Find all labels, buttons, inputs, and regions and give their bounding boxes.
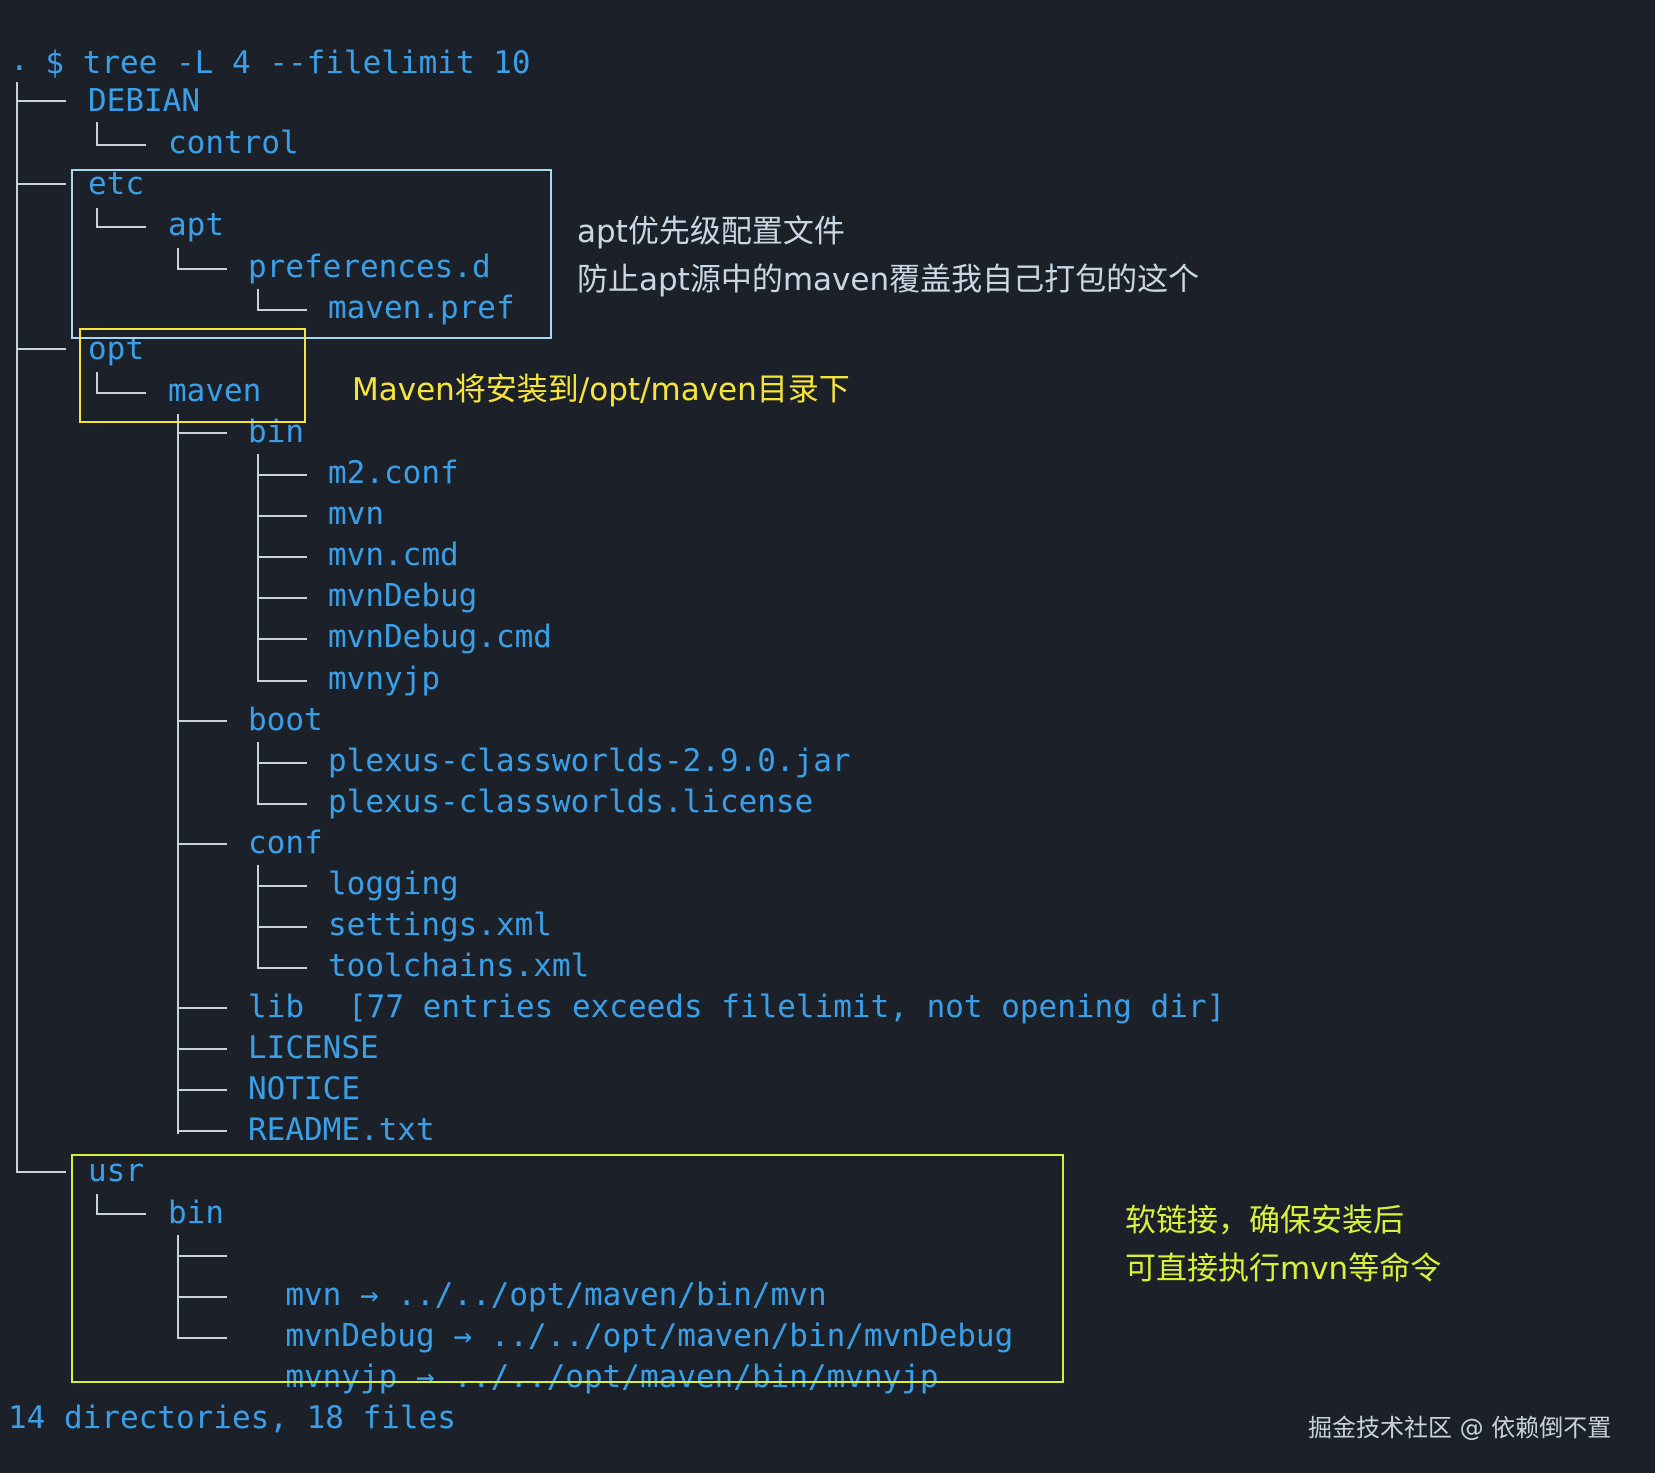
dir-lib: lib: [248, 989, 304, 1025]
opt-note: Maven将安装到/opt/maven目录下: [352, 372, 850, 408]
tree-summary: 14 directories, 18 files: [8, 1400, 456, 1436]
maven-child-line: [177, 414, 179, 1134]
command-text: tree -L 4 --filelimit 10: [82, 45, 531, 81]
usr-note-line1: 软链接，确保安装后: [1125, 1203, 1404, 1239]
opt-highlight-box: [79, 328, 306, 423]
branch-toolchains: [257, 967, 307, 969]
branch-m2conf: [257, 474, 307, 476]
etc-note-line1: apt优先级配置文件: [577, 214, 845, 250]
dir-logging: logging: [328, 866, 459, 902]
branch-conf: [177, 843, 227, 845]
prompt-symbol: $: [45, 45, 64, 81]
file-mvndebug-cmd: mvnDebug.cmd: [328, 619, 552, 655]
branch-bin: [177, 432, 227, 434]
file-settings-xml: settings.xml: [328, 907, 552, 943]
bin-child-line: [257, 454, 259, 681]
tree-root: .: [10, 42, 29, 78]
branch-mvn: [257, 515, 307, 517]
file-toolchains-xml: toolchains.xml: [328, 948, 590, 984]
branch-lib: [177, 1007, 227, 1009]
watermark: 掘金技术社区 @ 依赖倒不置: [1308, 1414, 1612, 1442]
branch-boot: [177, 720, 227, 722]
branch-plexus-license: [257, 803, 307, 805]
branch-debian: [16, 100, 66, 102]
branch-mvndebug: [257, 597, 307, 599]
file-m2-conf: m2.conf: [328, 455, 459, 491]
boot-child-line: [257, 742, 259, 804]
file-plexus-jar: plexus-classworlds-2.9.0.jar: [328, 743, 851, 779]
branch-mvncmd: [257, 556, 307, 558]
usr-note-line2: 可直接执行mvn等命令: [1125, 1251, 1442, 1287]
branch-logging: [257, 885, 307, 887]
trunk-line: [16, 82, 18, 1172]
branch-opt: [16, 348, 66, 350]
file-plexus-license: plexus-classworlds.license: [328, 784, 814, 820]
dir-debian: DEBIAN: [88, 83, 200, 119]
usr-highlight-box: [71, 1154, 1064, 1383]
file-mvn-cmd: mvn.cmd: [328, 537, 459, 573]
file-mvnyjp: mvnyjp: [328, 661, 440, 697]
file-mvndebug: mvnDebug: [328, 578, 478, 614]
branch-settings: [257, 926, 307, 928]
file-license: LICENSE: [248, 1030, 379, 1066]
file-notice: NOTICE: [248, 1071, 360, 1107]
branch-mvndebugcmd: [257, 638, 307, 640]
etc-note-line2: 防止apt源中的maven覆盖我自己打包的这个: [577, 262, 1200, 298]
branch-plexus-jar: [257, 762, 307, 764]
lib-filelimit-note: [77 entries exceeds filelimit, not openi…: [348, 989, 1226, 1025]
branch-mvnyjp: [257, 680, 307, 682]
branch-etc: [16, 183, 66, 185]
file-mvn: mvn: [328, 496, 384, 532]
command-line: $ tree -L 4 --filelimit 10: [8, 2, 530, 81]
branch-control: [96, 144, 146, 146]
branch-readme: [177, 1130, 227, 1132]
branch-license: [177, 1048, 227, 1050]
file-readme: README.txt: [248, 1112, 435, 1148]
etc-highlight-box: [71, 169, 552, 339]
dir-conf: conf: [248, 825, 323, 861]
dir-boot: boot: [248, 702, 323, 738]
branch-notice: [177, 1089, 227, 1091]
file-control: control: [168, 125, 299, 161]
branch-usr: [16, 1171, 66, 1173]
debian-child-line: [96, 122, 98, 145]
conf-child-line: [257, 865, 259, 968]
